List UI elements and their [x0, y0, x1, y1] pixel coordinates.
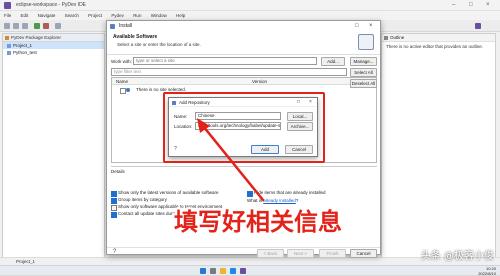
- close-icon[interactable]: ×: [486, 0, 490, 11]
- outline-view: Outline There is no active editor that p…: [381, 33, 496, 258]
- minimize-icon[interactable]: –: [452, 0, 455, 11]
- menu-search[interactable]: Search: [65, 13, 79, 18]
- project-label: Project_1: [13, 43, 33, 48]
- search-taskbar-icon[interactable]: [210, 268, 216, 274]
- install-heading: Available Software: [113, 34, 158, 40]
- menu-run[interactable]: Run: [133, 13, 141, 18]
- project-label: Python_test: [13, 50, 37, 55]
- project-folder-icon: [7, 43, 11, 48]
- menu-file[interactable]: File: [4, 13, 11, 18]
- menu-project[interactable]: Project: [88, 13, 102, 18]
- perspective-icon[interactable]: [475, 23, 481, 29]
- install-dialog-icon: [110, 23, 115, 29]
- package-explorer-view: PyDev Package Explorer Project_1 Python_…: [2, 33, 105, 258]
- close-icon[interactable]: ×: [369, 21, 373, 31]
- project-folder-icon: [7, 50, 11, 55]
- col-version: Version: [252, 79, 268, 84]
- install-wizard-icon: [358, 34, 374, 50]
- menu-window[interactable]: Window: [151, 13, 167, 18]
- help-icon[interactable]: ?: [113, 249, 116, 255]
- project-item[interactable]: Project_1: [3, 42, 104, 49]
- maximize-icon[interactable]: □: [355, 21, 359, 31]
- manage-button[interactable]: Manage...: [350, 57, 377, 66]
- filter-input[interactable]: type filter text: [111, 68, 347, 76]
- outline-icon: [384, 36, 388, 40]
- start-icon[interactable]: [200, 268, 206, 274]
- maximize-icon[interactable]: □: [469, 0, 473, 11]
- ide-window-title: eclipse-workspace - PyDev IDE: [16, 2, 87, 8]
- windows-taskbar: 10:20 2022/8/10: [0, 265, 500, 276]
- add-site-button[interactable]: Add...: [321, 57, 345, 66]
- next-button[interactable]: Next >: [287, 249, 314, 258]
- work-with-label: Work with:: [111, 59, 132, 64]
- edge-icon[interactable]: [230, 268, 236, 274]
- menu-bar: File Edit Navigate Search Project Pydev …: [0, 11, 500, 20]
- outline-title: Outline: [390, 35, 405, 40]
- outline-header: Outline: [382, 34, 495, 42]
- deselect-all-button[interactable]: Deselect All: [350, 79, 377, 88]
- menu-edit[interactable]: Edit: [21, 13, 29, 18]
- menu-help[interactable]: Help: [176, 13, 185, 18]
- search-icon[interactable]: [55, 23, 61, 29]
- file-explorer-icon[interactable]: [220, 268, 226, 274]
- package-explorer-icon: [5, 36, 9, 40]
- project-item[interactable]: Python_test: [3, 49, 104, 56]
- menu-pydev[interactable]: Pydev: [111, 13, 124, 18]
- install-title: Install: [119, 23, 133, 29]
- install-header: Available Software Select a site or ente…: [107, 31, 380, 55]
- finish-button[interactable]: Finish: [319, 249, 346, 258]
- watermark: 头条 @极客小俊: [420, 251, 494, 262]
- eclipse-app-icon: [4, 2, 11, 9]
- back-button[interactable]: < Back: [257, 249, 284, 258]
- ide-title-bar: eclipse-workspace - PyDev IDE – □ ×: [0, 0, 500, 11]
- clock-date: 2022/8/10: [478, 271, 496, 276]
- package-explorer-header: PyDev Package Explorer: [3, 34, 104, 42]
- install-title-bar: Install □ ×: [107, 21, 380, 31]
- col-name: Name: [116, 79, 129, 84]
- select-all-button[interactable]: Select All: [350, 68, 377, 77]
- debug-icon[interactable]: [43, 23, 49, 29]
- work-with-input[interactable]: type or select a site: [133, 57, 317, 65]
- outline-message: There is no active editor that provides …: [386, 44, 484, 49]
- eclipse-taskbar-icon[interactable]: [240, 268, 246, 274]
- annotation-arrow: [197, 118, 265, 202]
- footer-divider: [107, 247, 380, 248]
- run-icon[interactable]: [34, 23, 40, 29]
- cancel-button[interactable]: Cancel: [350, 249, 377, 258]
- info-icon: [126, 87, 130, 92]
- print-icon[interactable]: [22, 23, 28, 29]
- new-icon[interactable]: [4, 23, 10, 29]
- menu-navigate[interactable]: Navigate: [38, 13, 56, 18]
- annotation-caption: 填写好相关信息: [174, 208, 342, 236]
- tree-header: Name Version: [112, 78, 376, 85]
- package-explorer-title: PyDev Package Explorer: [11, 35, 62, 40]
- details-label: Details: [111, 169, 125, 174]
- group-by-category-checkbox[interactable]: Group items by category: [111, 197, 167, 204]
- install-subheading: Select a site or enter the location of a…: [117, 42, 201, 47]
- save-icon[interactable]: [13, 23, 19, 29]
